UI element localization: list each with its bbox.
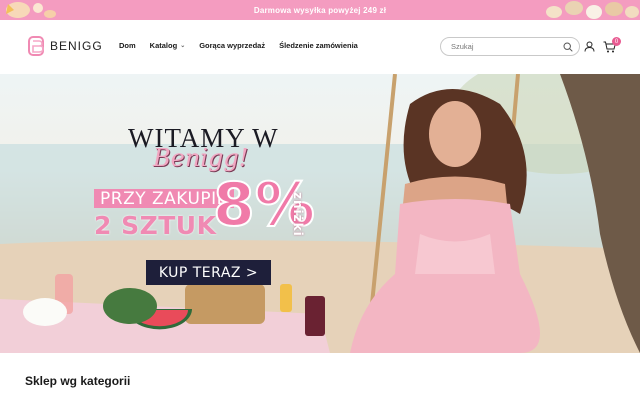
cart-count-badge: 0 bbox=[612, 37, 621, 46]
announcement-bar: Darmowa wysyłka powyżej 249 zł bbox=[0, 0, 640, 20]
shells-left-decoration bbox=[6, 2, 56, 18]
site-header: BENIGG Dom Katalog ⌄ Gorąca wyprzedaż Śl… bbox=[0, 20, 640, 74]
main-nav: Dom Katalog ⌄ Gorąca wyprzedaż Śledzenie… bbox=[119, 41, 358, 50]
search-input[interactable] bbox=[451, 42, 561, 51]
hero-brand: Benigg! bbox=[153, 144, 249, 172]
shells-right-decoration bbox=[546, 1, 639, 19]
section-title-categories: Sklep wg kategorii bbox=[25, 374, 131, 388]
chevron-down-icon: ⌄ bbox=[180, 43, 186, 49]
nav-item-catalog-label: Katalog bbox=[149, 41, 178, 50]
logo-mark-icon bbox=[28, 36, 44, 56]
logo-text: BENIGG bbox=[50, 39, 103, 53]
promo-line-2: 2 SZTUK bbox=[94, 211, 217, 240]
announcement-text: Darmowa wysyłka powyżej 249 zł bbox=[253, 5, 387, 15]
hero-banner[interactable]: WITAMY W Benigg! PRZY ZAKUPIE 2 SZTUK 8%… bbox=[0, 74, 640, 353]
nav-item-home[interactable]: Dom bbox=[119, 41, 136, 50]
search-box bbox=[440, 37, 580, 56]
nav-item-catalog[interactable]: Katalog ⌄ bbox=[150, 41, 186, 50]
shop-now-button[interactable]: KUP TERAZ > bbox=[146, 260, 271, 285]
user-icon[interactable] bbox=[584, 41, 595, 52]
search-icon[interactable] bbox=[563, 41, 573, 52]
nav-item-hot-sale[interactable]: Gorąca wyprzedaż bbox=[199, 41, 265, 50]
logo[interactable]: BENIGG bbox=[27, 35, 103, 57]
promo-discount-label: zniżki bbox=[291, 192, 305, 237]
nav-item-order-tracking[interactable]: Śledzenie zamówienia bbox=[279, 41, 358, 50]
